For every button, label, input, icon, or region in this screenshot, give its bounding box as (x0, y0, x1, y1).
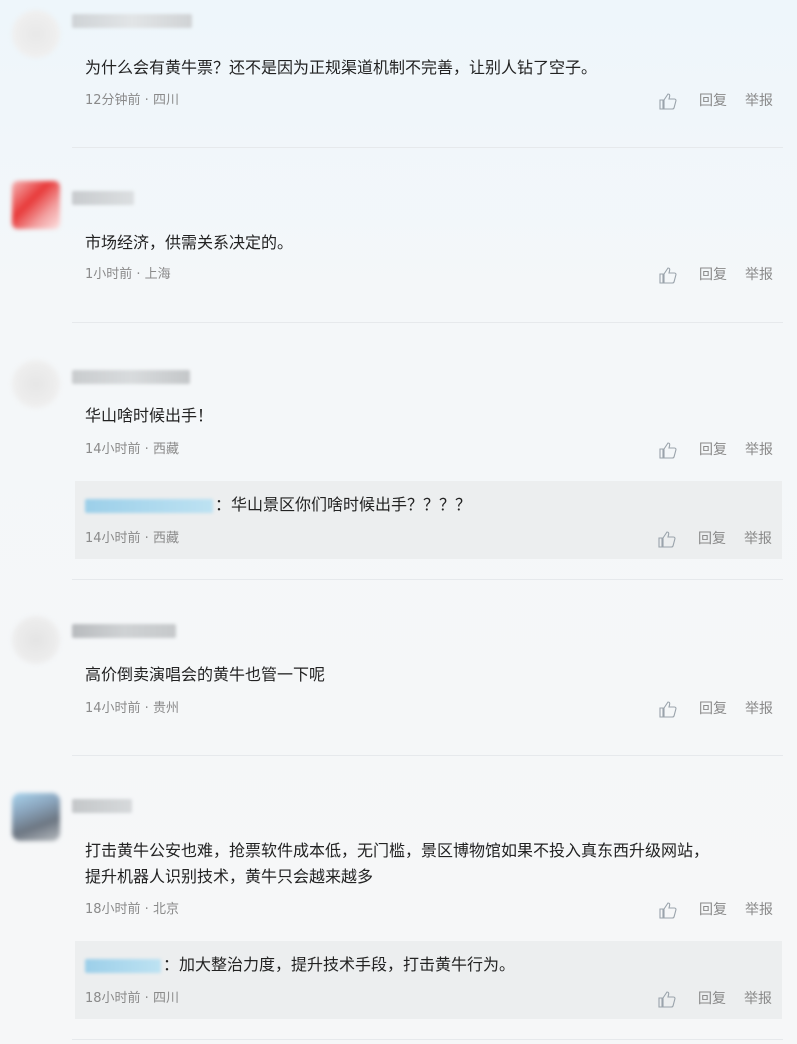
username[interactable] (72, 191, 134, 205)
divider (72, 322, 783, 323)
reply-actions: 回复 举报 (658, 990, 772, 1008)
reply-username[interactable] (85, 959, 161, 973)
thumbs-up-icon[interactable] (659, 266, 677, 284)
comment-meta: 12分钟前 · 四川 (85, 93, 179, 108)
thumbs-up-icon[interactable] (659, 901, 677, 919)
report-button[interactable]: 举报 (745, 441, 773, 459)
reply-box: ：加大整治力度，提升技术手段，打击黄牛行为。 18小时前 · 四川 回复 举报 (75, 941, 782, 1019)
avatar[interactable] (12, 360, 60, 408)
comment-meta: 18小时前 · 北京 (85, 902, 179, 917)
comment-text: 为什么会有黄牛票？还不是因为正规渠道机制不完善，让别人钻了空子。 (85, 58, 598, 77)
reply-button[interactable]: 回复 (699, 700, 727, 718)
reply-actions: 回复 举报 (658, 530, 772, 548)
username[interactable] (72, 370, 190, 384)
reply-meta: 18小时前 · 四川 (85, 991, 179, 1006)
report-button[interactable]: 举报 (745, 700, 773, 718)
reply-button[interactable]: 回复 (698, 530, 726, 548)
reply-text: ：华山景区你们啥时候出手？？？？ (215, 495, 472, 514)
divider (72, 755, 783, 756)
reply-button[interactable]: 回复 (699, 266, 727, 284)
comment-meta: 1小时前 · 上海 (85, 267, 171, 282)
divider (72, 579, 783, 580)
comment-actions: 回复 举报 (659, 441, 773, 459)
comment-actions: 回复 举报 (659, 901, 773, 919)
username[interactable] (72, 799, 132, 813)
report-button[interactable]: 举报 (745, 266, 773, 284)
thumbs-up-icon[interactable] (658, 530, 676, 548)
comment-text: 华山啥时候出手！ (85, 406, 214, 425)
reply-button[interactable]: 回复 (699, 92, 727, 110)
avatar[interactable] (12, 793, 60, 841)
comment-actions: 回复 举报 (659, 92, 773, 110)
comment-actions: 回复 举报 (659, 266, 773, 284)
avatar[interactable] (12, 616, 60, 664)
username[interactable] (72, 14, 192, 28)
comment-actions: 回复 举报 (659, 700, 773, 718)
avatar[interactable] (12, 10, 60, 58)
thumbs-up-icon[interactable] (658, 990, 676, 1008)
username[interactable] (72, 624, 176, 638)
comment-text: 市场经济，供需关系决定的。 (85, 233, 294, 252)
reply-button[interactable]: 回复 (699, 441, 727, 459)
divider (72, 147, 783, 148)
reply-meta: 14小时前 · 西藏 (85, 531, 179, 546)
thumbs-up-icon[interactable] (659, 441, 677, 459)
reply-button[interactable]: 回复 (698, 990, 726, 1008)
report-button[interactable]: 举报 (744, 990, 772, 1008)
reply-box: ：华山景区你们啥时候出手？？？？ 14小时前 · 西藏 回复 举报 (75, 481, 782, 559)
comment-meta: 14小时前 · 西藏 (85, 442, 179, 457)
avatar[interactable] (12, 181, 60, 229)
thumbs-up-icon[interactable] (659, 92, 677, 110)
comment-text: 高价倒卖演唱会的黄牛也管一下呢 (85, 665, 326, 684)
comment-text-line1: 打击黄牛公安也难，抢票软件成本低，无门槛，景区博物馆如果不投入真东西升级网站， (85, 841, 710, 860)
comment-text-line2: 提升机器人识别技术，黄牛只会越来越多 (85, 867, 374, 886)
divider (72, 1039, 783, 1040)
report-button[interactable]: 举报 (744, 530, 772, 548)
reply-button[interactable]: 回复 (699, 901, 727, 919)
reply-username[interactable] (85, 499, 213, 513)
reply-text: ：加大整治力度，提升技术手段，打击黄牛行为。 (163, 955, 516, 974)
report-button[interactable]: 举报 (745, 901, 773, 919)
report-button[interactable]: 举报 (745, 92, 773, 110)
comment-meta: 14小时前 · 贵州 (85, 701, 179, 716)
thumbs-up-icon[interactable] (659, 700, 677, 718)
